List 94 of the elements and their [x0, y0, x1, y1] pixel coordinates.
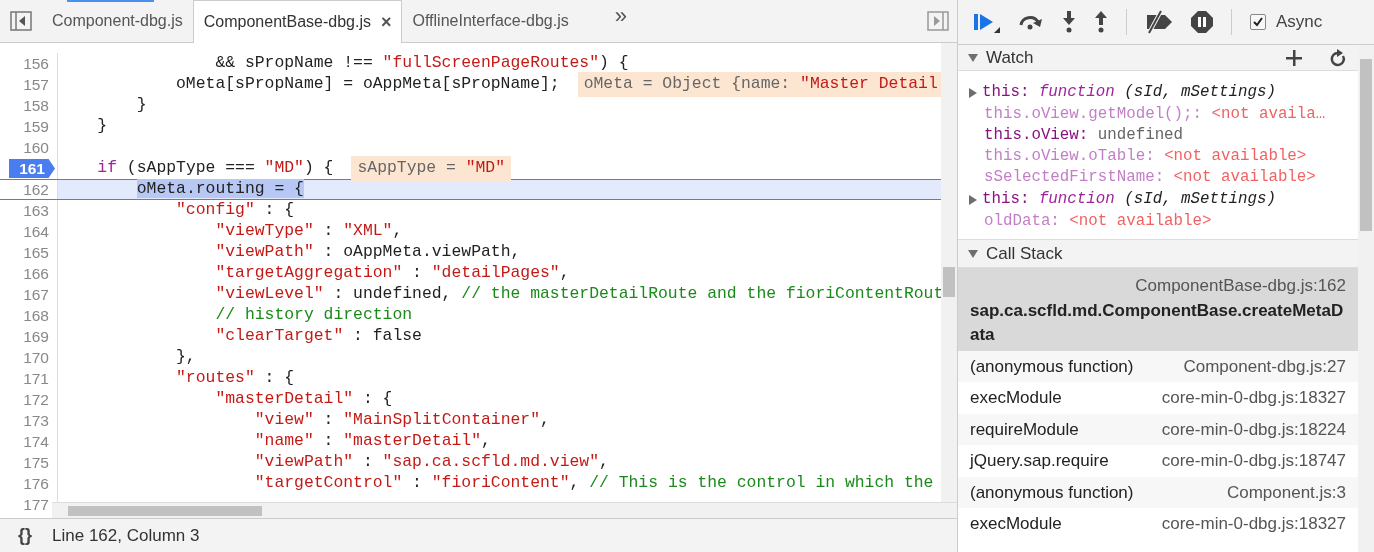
code-token: "detailPages"	[431, 262, 560, 285]
watch-expression[interactable]: oldData: <not available>	[984, 212, 1212, 230]
code-token: ,	[540, 409, 550, 432]
expand-triangle-icon[interactable]	[968, 87, 978, 98]
watch-expression[interactable]: this.oView: undefined	[984, 126, 1184, 144]
scrollbar-thumb[interactable]	[943, 267, 955, 297]
code-token: ,	[569, 472, 581, 495]
code-token: "MainSplitContainer"	[343, 409, 540, 432]
code-token: : undefined,	[332, 283, 453, 306]
code-token: ,	[392, 220, 403, 243]
add-icon[interactable]	[1286, 49, 1302, 66]
code-token: },	[175, 346, 196, 369]
code-token: : {	[263, 199, 295, 222]
code-token: : oAppMeta.viewPath,	[322, 241, 521, 264]
inline-value: oMeta = Object {name: "Master Detail	[577, 72, 941, 97]
code-token: "viewLevel"	[214, 283, 324, 306]
async-label: Async	[1276, 11, 1323, 34]
code-token: : {	[361, 388, 393, 411]
code-token: "MD"	[264, 157, 304, 180]
section-title: Watch	[986, 46, 1034, 69]
code-token: :	[411, 472, 423, 495]
code-token: ,	[599, 451, 609, 474]
code-token: "fullScreenPageRoutes"	[382, 53, 599, 75]
expand-triangle-icon[interactable]	[968, 248, 978, 259]
code-token: ) {	[599, 53, 629, 75]
deactivate-breakpoints-icon[interactable]	[1145, 10, 1173, 34]
code-token: "masterDetail"	[343, 430, 481, 453]
close-icon[interactable]: ×	[380, 8, 392, 36]
selected-code: oMeta.routing = {	[136, 179, 304, 199]
code-token: if	[96, 157, 118, 180]
line-number[interactable]: 161	[9, 159, 55, 178]
code-token: ,	[559, 262, 570, 285]
file-tab[interactable]: ComponentBase-dbg.js ×	[192, 0, 403, 43]
file-tab[interactable]: OfflineInterface-dbg.js	[402, 0, 579, 42]
code-token: oMeta[sPropName] = oAppMeta[sPropName];	[175, 73, 560, 96]
expand-triangle-icon[interactable]	[968, 52, 978, 63]
call-stack-header[interactable]: Call Stack	[958, 240, 1358, 268]
code-token: }	[96, 115, 108, 138]
async-checkbox[interactable]	[1250, 14, 1266, 30]
code-token: // history direction	[214, 304, 413, 327]
code-token: :	[322, 430, 335, 453]
watch-expression[interactable]: sSelectedFirstName: <not available>	[984, 168, 1316, 186]
code-token: :	[411, 262, 423, 285]
code-token: }	[135, 94, 147, 117]
refresh-icon[interactable]	[1330, 48, 1346, 67]
code-token: "view"	[253, 409, 314, 432]
watch-header[interactable]: Watch	[958, 45, 1358, 71]
watch-expression[interactable]: this.oView.getModel();: <not availa…	[984, 105, 1326, 123]
code-token: "targetAggregation"	[214, 262, 403, 285]
call-frame[interactable]: ComponentBase-dbg.js:162 sap.ca.scfld.md.ComponentBase.createMetaData	[958, 268, 1358, 351]
code-token: "viewPath"	[214, 241, 314, 264]
pause-on-exceptions-icon[interactable]	[1191, 11, 1213, 33]
scrollbar-thumb[interactable]	[1360, 59, 1372, 231]
code-token: "masterDetail"	[214, 388, 354, 411]
code-token: "name"	[253, 430, 314, 453]
code-token: && sPropName !==	[214, 53, 374, 75]
code-token: ,	[481, 430, 491, 453]
step-into-icon[interactable]	[1062, 11, 1076, 33]
debugger-toggle-icon[interactable]	[927, 11, 949, 31]
scrollbar-thumb[interactable]	[68, 506, 262, 516]
call-frame[interactable]: (anonymous function) Component.js:3	[958, 476, 1358, 508]
code-token: "clearTarget"	[214, 325, 344, 348]
code-token: :	[322, 220, 335, 243]
step-over-icon[interactable]	[1018, 14, 1044, 30]
call-frame[interactable]: requireModule core-min-0-dbg.js:18224	[958, 413, 1358, 445]
pretty-print-button[interactable]: {}	[18, 522, 32, 549]
code-token: "targetControl"	[253, 472, 403, 495]
code-token: ) {	[303, 157, 334, 180]
resume-icon[interactable]	[974, 11, 1000, 33]
section-title: Call Stack	[986, 242, 1063, 265]
code-token: "viewPath"	[253, 451, 354, 474]
code-token: "sap.ca.scfld.md.view"	[382, 451, 599, 474]
more-tabs-icon[interactable]: »	[614, 0, 627, 32]
call-frame[interactable]: (anonymous function) Component-dbg.js:27	[958, 350, 1358, 382]
code-token: : false	[352, 325, 422, 348]
code-token: :	[361, 451, 374, 474]
code-token: : {	[263, 367, 295, 390]
code-token: "fioriContent"	[431, 472, 570, 495]
watch-expression[interactable]: this: function (sId, mSettings)	[982, 80, 1276, 105]
cursor-position: Line 162, Column 3	[52, 524, 200, 547]
code-token: :	[322, 409, 335, 432]
watch-expression[interactable]: this.oView.oTable: <not available>	[984, 147, 1307, 165]
code-token: "routes"	[175, 367, 255, 390]
code-token: "config"	[175, 199, 255, 222]
code-token: // This is the control in which the	[589, 472, 934, 495]
code-token: // the masterDetailRoute and the fioriContentRout	[461, 283, 941, 306]
watch-expression[interactable]: this: function (sId, mSettings)	[982, 187, 1276, 212]
code-token: "XML"	[343, 220, 393, 243]
code-token: "viewType"	[214, 220, 314, 243]
step-out-icon[interactable]	[1094, 11, 1108, 33]
expand-triangle-icon[interactable]	[968, 194, 978, 205]
file-tab[interactable]: Component-dbg.js	[42, 0, 193, 42]
inline-value: sAppType = "MD"	[351, 156, 511, 181]
code-token: (sAppType ===	[125, 157, 256, 180]
